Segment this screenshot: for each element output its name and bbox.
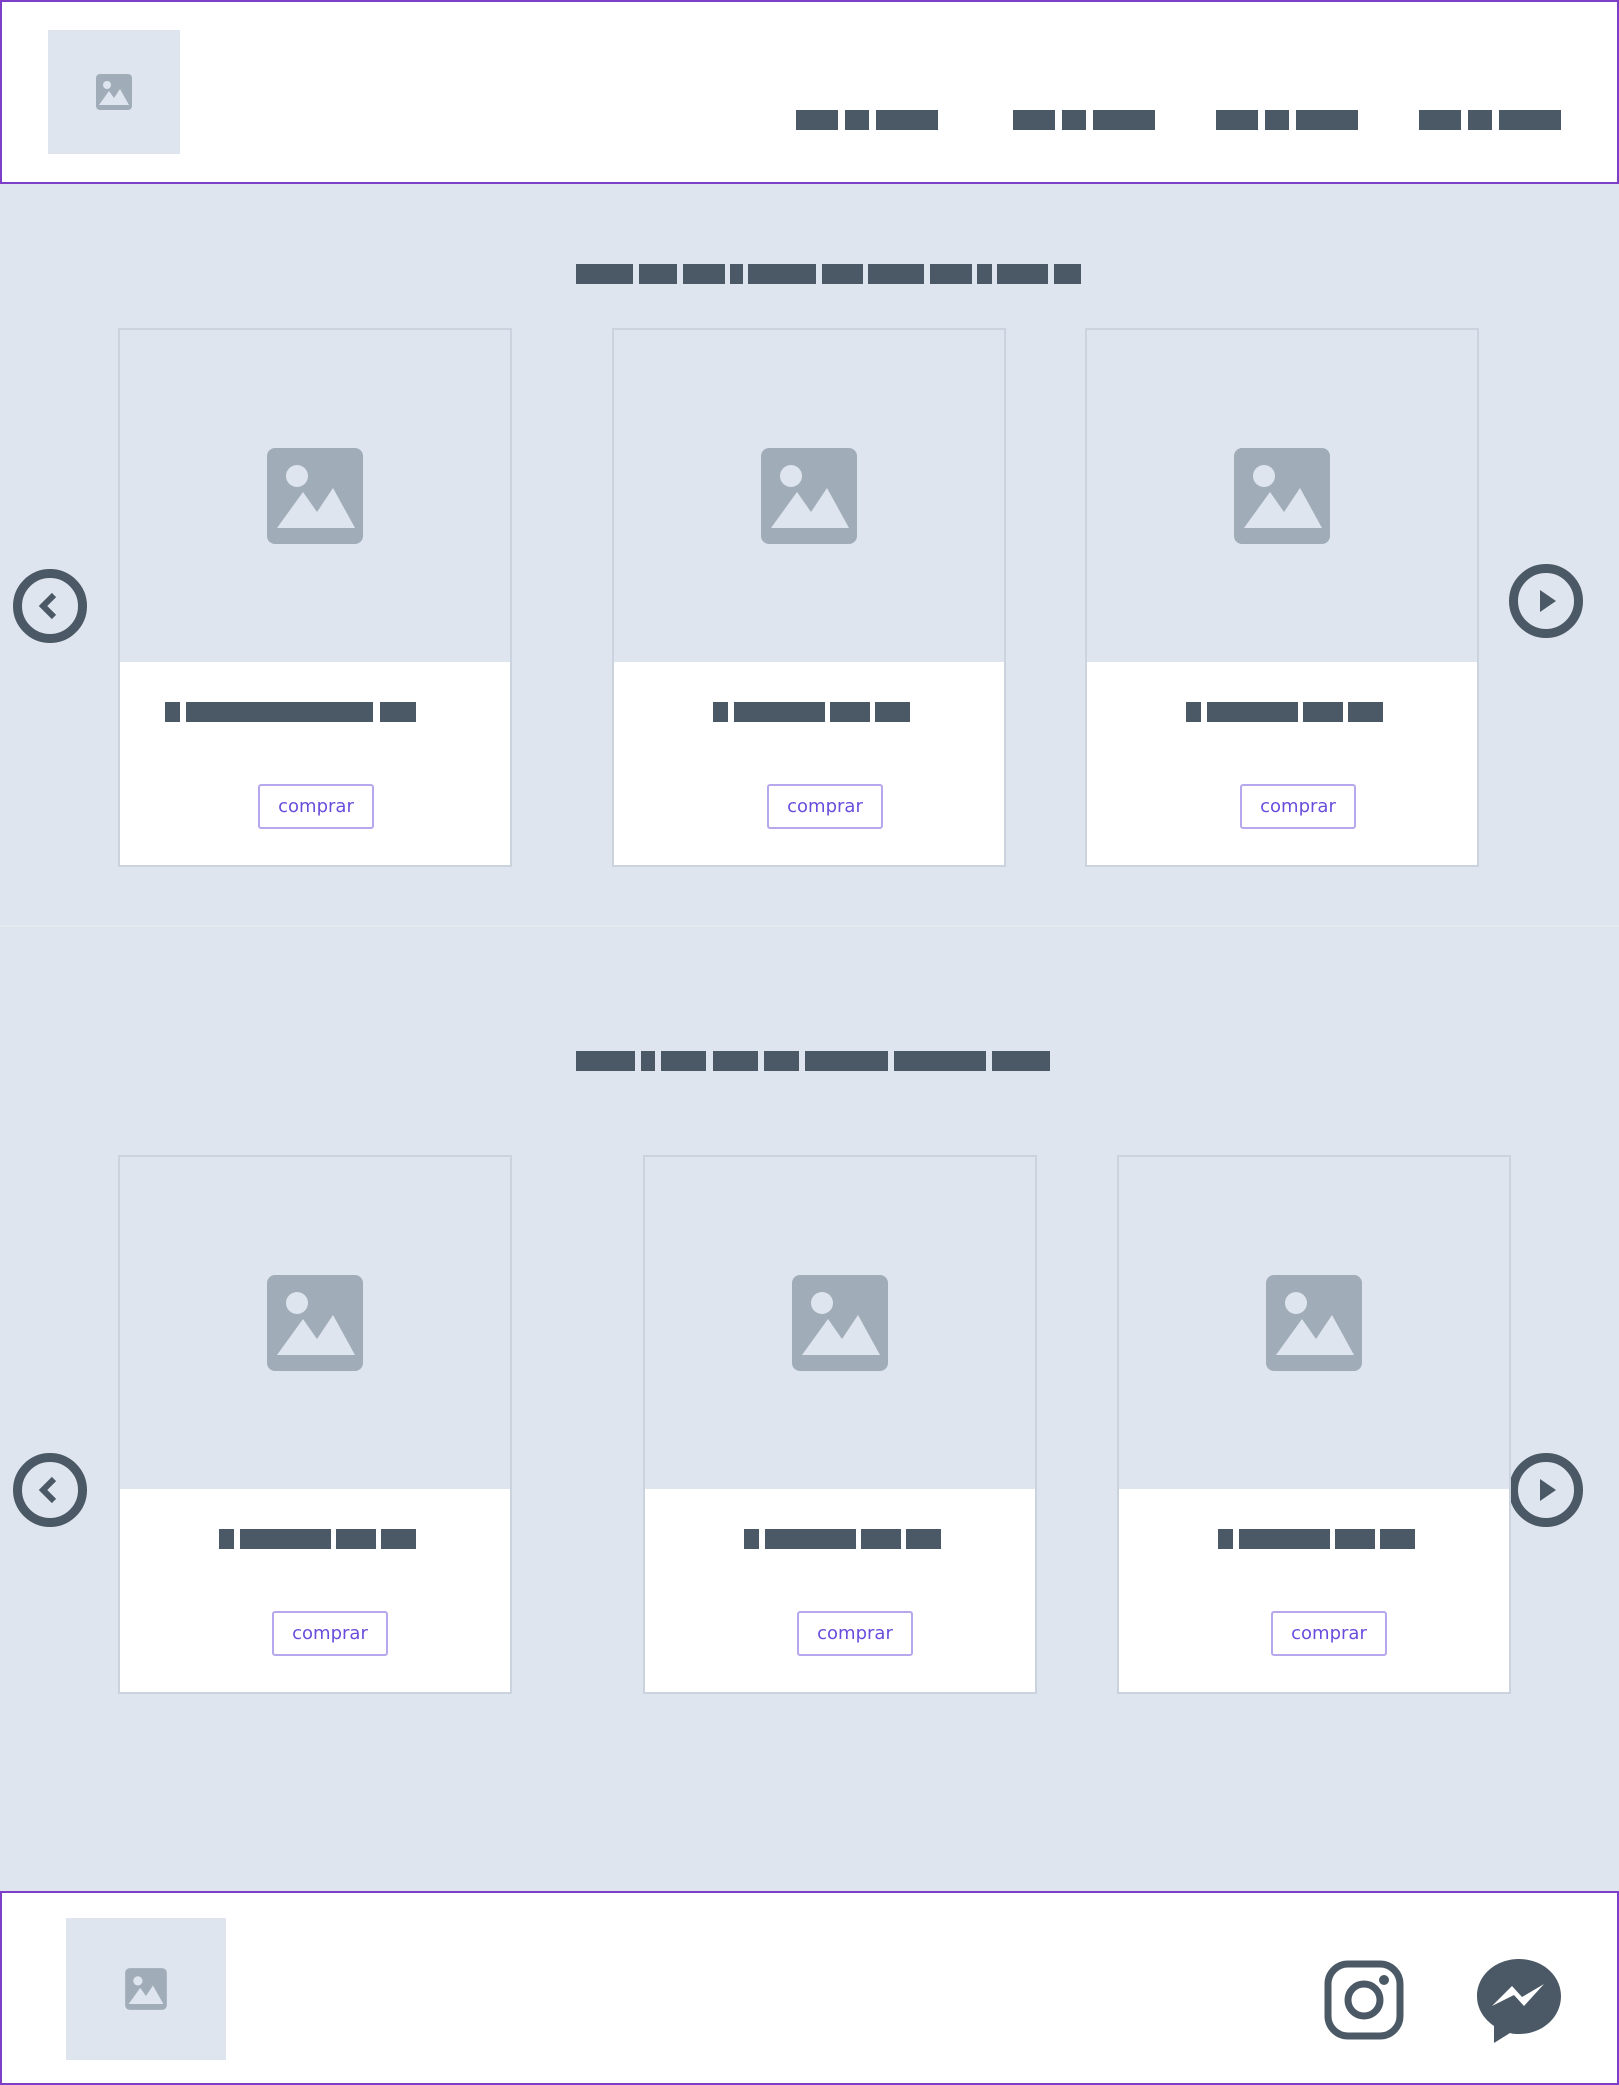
image-icon [267, 448, 363, 544]
footer-logo[interactable] [66, 1918, 226, 2060]
section-divider [0, 925, 1619, 927]
product-card-body: comprar [614, 662, 1004, 865]
product-image [120, 330, 510, 662]
product-title [165, 702, 416, 722]
nav-item-1[interactable] [796, 110, 938, 132]
messenger-icon [1477, 1959, 1561, 2043]
play-icon [1540, 1479, 1556, 1501]
buy-button[interactable]: comprar [1240, 784, 1356, 829]
nav-item-3[interactable] [1216, 110, 1358, 132]
product-card: comprar [1085, 328, 1479, 867]
carousel-2-prev-button[interactable] [13, 1453, 87, 1527]
product-card-body: comprar [120, 1489, 510, 1692]
product-card: comprar [118, 328, 512, 867]
product-card-body: comprar [120, 662, 510, 865]
nav-item-4[interactable] [1419, 110, 1561, 132]
product-image [120, 1157, 510, 1489]
product-title [713, 702, 910, 722]
image-icon [96, 74, 132, 110]
section-2-heading [576, 1051, 1050, 1073]
footer [0, 1891, 1619, 2085]
image-icon [792, 1275, 888, 1371]
product-card-body: comprar [1087, 662, 1477, 865]
buy-button[interactable]: comprar [1271, 1611, 1387, 1656]
image-icon [761, 448, 857, 544]
product-card-body: comprar [1119, 1489, 1509, 1692]
header-logo[interactable] [48, 30, 180, 154]
section-1-heading [576, 264, 1081, 286]
product-title [219, 1529, 416, 1549]
product-card: comprar [643, 1155, 1037, 1694]
buy-button[interactable]: comprar [797, 1611, 913, 1656]
chevron-left-icon [38, 1476, 57, 1504]
instagram-icon [1324, 1960, 1404, 2040]
carousel-1-next-button[interactable] [1509, 564, 1583, 638]
buy-button[interactable]: comprar [258, 784, 374, 829]
product-image [1119, 1157, 1509, 1489]
product-title [1186, 702, 1383, 722]
product-card: comprar [118, 1155, 512, 1694]
nav-item-2[interactable] [1013, 110, 1155, 132]
chevron-left-icon [38, 592, 57, 620]
product-card: comprar [612, 328, 1006, 867]
product-title [1218, 1529, 1415, 1549]
buy-button[interactable]: comprar [767, 784, 883, 829]
play-icon [1540, 590, 1556, 612]
buy-button[interactable]: comprar [272, 1611, 388, 1656]
product-card: comprar [1117, 1155, 1511, 1694]
product-card-body: comprar [645, 1489, 1035, 1692]
image-icon [1266, 1275, 1362, 1371]
carousel-1-prev-button[interactable] [13, 569, 87, 643]
instagram-link[interactable] [1324, 1960, 1404, 2040]
messenger-link[interactable] [1474, 1956, 1564, 2046]
product-title [744, 1529, 941, 1549]
carousel-2-next-button[interactable] [1509, 1453, 1583, 1527]
image-icon [125, 1968, 167, 2010]
product-image [1087, 330, 1477, 662]
header [0, 0, 1619, 184]
product-image [614, 330, 1004, 662]
image-icon [1234, 448, 1330, 544]
image-icon [267, 1275, 363, 1371]
product-image [645, 1157, 1035, 1489]
